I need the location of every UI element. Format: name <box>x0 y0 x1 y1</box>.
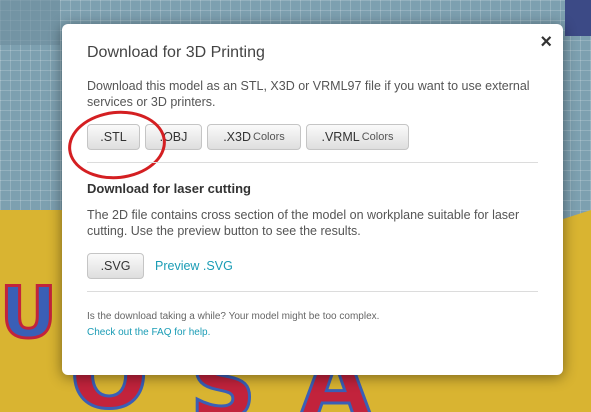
faq-link[interactable]: Check out the FAQ for help. <box>87 327 210 338</box>
section-divider <box>87 291 538 292</box>
section-divider <box>87 162 538 163</box>
svg-button[interactable]: .SVG <box>87 253 144 279</box>
laser-section-description: The 2D file contains cross section of th… <box>87 208 520 238</box>
vrml-colors-button[interactable]: .VRML Colors <box>306 124 409 150</box>
model-edge-top-right <box>565 0 591 36</box>
dialog-title: Download for 3D Printing <box>87 44 265 61</box>
complexity-note: Is the download taking a while? Your mod… <box>87 311 380 322</box>
model-letter: U <box>0 272 58 354</box>
x3d-button-label: .X3D <box>223 130 251 144</box>
svg-button-label: .SVG <box>100 259 131 273</box>
dialog-description: Download this model as an STL, X3D or VR… <box>87 79 530 109</box>
download-dialog: × Download for 3D Printing Download this… <box>62 24 563 375</box>
workplane-shadow <box>0 0 60 45</box>
close-icon[interactable]: × <box>540 32 552 52</box>
vrml-button-suffix: Colors <box>361 131 394 143</box>
x3d-colors-button[interactable]: .X3D Colors <box>207 124 301 150</box>
annotation-circle <box>64 106 170 184</box>
laser-section-title: Download for laser cutting <box>87 181 251 196</box>
preview-svg-link[interactable]: Preview .SVG <box>155 259 233 273</box>
vrml-button-label: .VRML <box>321 130 360 144</box>
x3d-button-suffix: Colors <box>253 131 285 143</box>
